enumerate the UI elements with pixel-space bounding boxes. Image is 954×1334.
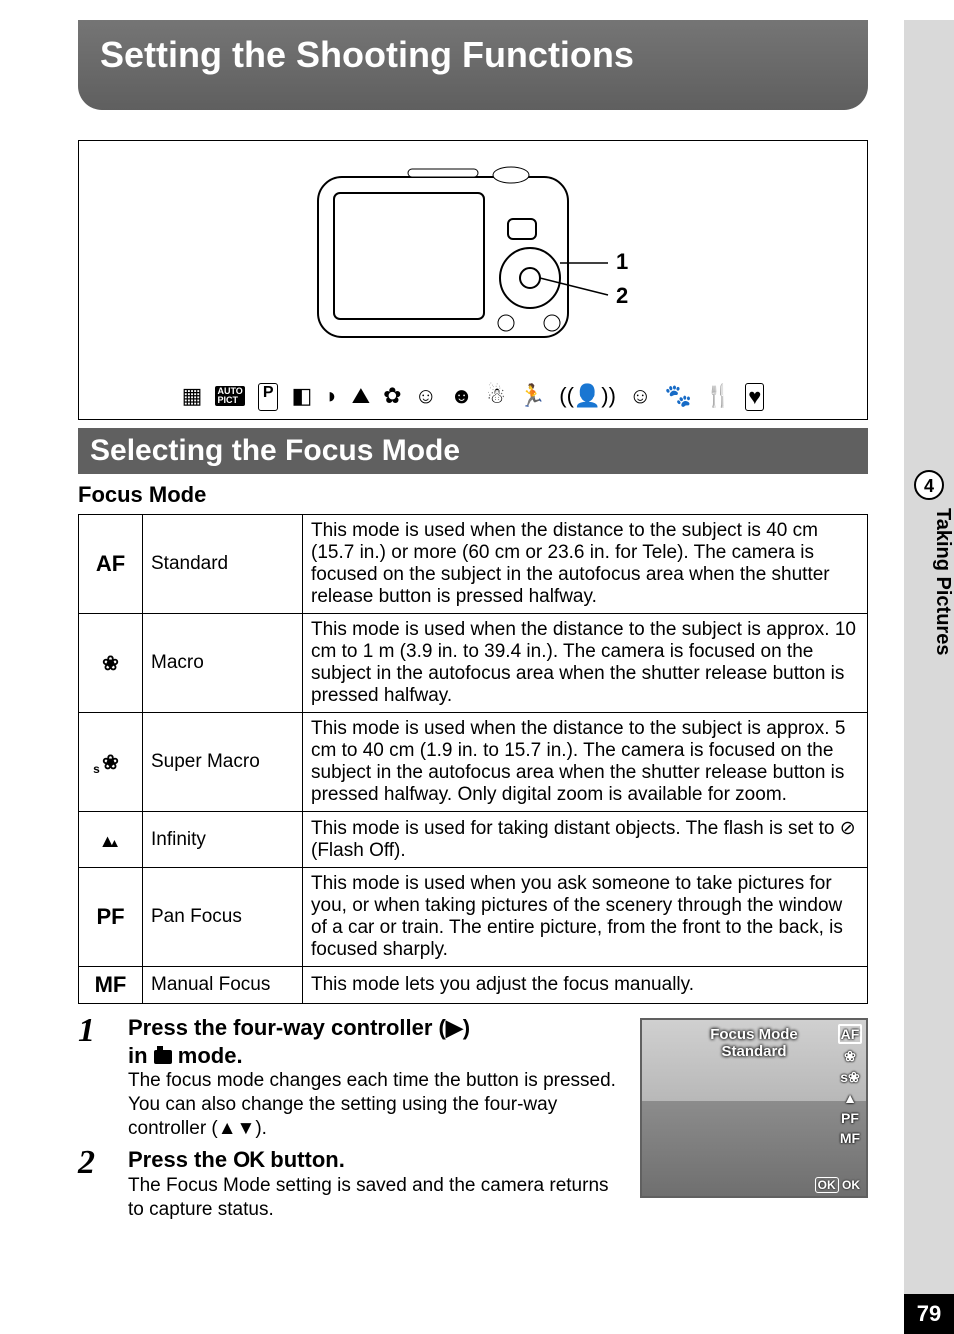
section-header: Selecting the Focus Mode bbox=[78, 428, 868, 474]
focus-mode-icon-mf: MF bbox=[79, 967, 143, 1004]
table-row: Super Macro This mode is used when the d… bbox=[79, 713, 868, 812]
step-description: The focus mode changes each time the but… bbox=[128, 1069, 628, 1140]
focus-mode-desc: This mode is used when you ask someone t… bbox=[303, 868, 868, 967]
lcd-mode-infinity: ▲ bbox=[838, 1090, 862, 1106]
focus-mode-icon-pf: PF bbox=[79, 868, 143, 967]
focus-mode-name: Infinity bbox=[143, 812, 303, 868]
table-row: Macro This mode is used when the distanc… bbox=[79, 614, 868, 713]
focus-mode-name: Macro bbox=[143, 614, 303, 713]
lcd-mode-macro: ❀ bbox=[838, 1048, 862, 1065]
lcd-preview-title: Focus Mode Standard bbox=[642, 1026, 866, 1060]
step-number: 2 bbox=[78, 1146, 128, 1180]
mode-icon-row: ▦ AUTOPICT P ◧ ◗ ⛰ ✿ ☺ ☻ ☃ 🏃 ((👤)) ☺ 🐾 🍴… bbox=[182, 383, 765, 411]
mountain-icon bbox=[99, 827, 123, 852]
chapter-number-badge: 4 bbox=[914, 470, 944, 500]
focus-mode-icon-macro bbox=[79, 614, 143, 713]
section-title: Selecting the Focus Mode bbox=[90, 434, 460, 467]
focus-mode-name: Standard bbox=[143, 515, 303, 614]
focus-mode-table: AF Standard This mode is used when the d… bbox=[78, 514, 868, 1004]
camera-diagram-box: 1 2 ▦ AUTOPICT P ◧ ◗ ⛰ ✿ ☺ ☻ ☃ 🏃 ((👤)) ☺… bbox=[78, 140, 868, 420]
table-row: Infinity This mode is used for taking di… bbox=[79, 812, 868, 868]
page-title: Setting the Shooting Functions bbox=[100, 34, 634, 75]
focus-mode-icon-infinity bbox=[79, 812, 143, 868]
focus-mode-desc: This mode is used when the distance to t… bbox=[303, 515, 868, 614]
focus-mode-desc: This mode lets you adjust the focus manu… bbox=[303, 967, 868, 1004]
focus-mode-desc: This mode is used when the distance to t… bbox=[303, 713, 868, 812]
flower-icon bbox=[102, 650, 119, 675]
step-description: The Focus Mode setting is saved and the … bbox=[128, 1174, 628, 1222]
focus-mode-name: Pan Focus bbox=[143, 868, 303, 967]
super-macro-icon bbox=[102, 749, 119, 774]
step-title: Press the four-way controller (▶) in mod… bbox=[128, 1014, 628, 1069]
focus-mode-name: Manual Focus bbox=[143, 967, 303, 1004]
step-number: 1 bbox=[78, 1014, 128, 1048]
focus-mode-icon-super-macro bbox=[79, 713, 143, 812]
chapter-label: Taking Pictures bbox=[906, 508, 954, 655]
lcd-preview-mode-list: AF ❀ s❀ ▲ PF MF bbox=[838, 1024, 862, 1146]
focus-mode-desc: This mode is used for taking distant obj… bbox=[303, 812, 868, 868]
lcd-mode-mf: MF bbox=[838, 1130, 862, 1146]
diagram-callout-1: 1 bbox=[616, 249, 628, 274]
lcd-preview-line2: Standard bbox=[642, 1043, 866, 1060]
focus-mode-name: Super Macro bbox=[143, 713, 303, 812]
lcd-mode-super-macro: s❀ bbox=[838, 1069, 862, 1086]
ok-button-label: OK bbox=[233, 1147, 264, 1172]
lcd-mode-pf: PF bbox=[838, 1110, 862, 1126]
lcd-ok-indicator: OK OK bbox=[815, 1178, 860, 1192]
lcd-preview-line1: Focus Mode bbox=[642, 1026, 866, 1043]
lcd-preview: Focus Mode Standard AF ❀ s❀ ▲ PF MF OK O… bbox=[640, 1018, 868, 1198]
page-number: 79 bbox=[904, 1294, 954, 1334]
camera-back-illustration: 1 2 bbox=[308, 163, 638, 353]
page-title-banner: Setting the Shooting Functions bbox=[78, 20, 868, 110]
table-row: PF Pan Focus This mode is used when you … bbox=[79, 868, 868, 967]
table-row: AF Standard This mode is used when the d… bbox=[79, 515, 868, 614]
steps-block: Focus Mode Standard AF ❀ s❀ ▲ PF MF OK O… bbox=[78, 1014, 868, 1221]
focus-mode-desc: This mode is used when the distance to t… bbox=[303, 614, 868, 713]
step-title: Press the OK button. bbox=[128, 1146, 628, 1174]
table-heading: Focus Mode bbox=[78, 482, 954, 508]
focus-mode-icon-af: AF bbox=[79, 515, 143, 614]
camera-icon bbox=[154, 1050, 172, 1064]
diagram-callout-2: 2 bbox=[616, 283, 628, 308]
side-tab-panel: 4 Taking Pictures bbox=[904, 20, 954, 1334]
lcd-mode-af: AF bbox=[838, 1024, 862, 1044]
table-row: MF Manual Focus This mode lets you adjus… bbox=[79, 967, 868, 1004]
